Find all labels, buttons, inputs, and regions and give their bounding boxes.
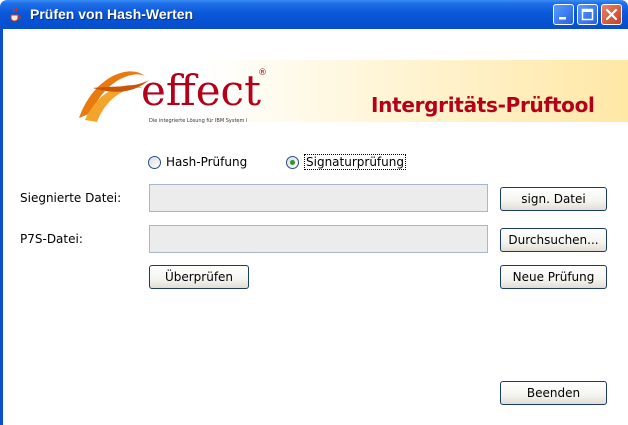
sign-file-button[interactable]: sign. Datei	[500, 187, 607, 211]
radio-hash-check[interactable]: Hash-Prüfung	[148, 153, 247, 171]
maximize-button[interactable]	[577, 4, 598, 25]
minimize-button[interactable]	[553, 4, 574, 25]
verify-button[interactable]: Überprüfen	[149, 265, 249, 289]
header-banner: effect ® Die integrierte Lösung für IBM …	[3, 48, 628, 133]
p7s-file-input[interactable]	[149, 225, 488, 253]
java-cup-icon	[7, 6, 23, 22]
radio-checked-icon	[286, 155, 299, 169]
signed-file-label: Siegnierte Datei:	[20, 191, 122, 205]
main-window: Prüfen von Hash-Werten effect ® Die inte…	[0, 0, 628, 425]
close-button[interactable]	[601, 4, 622, 25]
window-title: Prüfen von Hash-Werten	[30, 6, 194, 22]
radio-signature-check[interactable]: Signaturprüfung	[286, 153, 406, 171]
browse-button[interactable]: Durchsuchen...	[500, 228, 607, 252]
signed-file-input[interactable]	[149, 184, 488, 212]
new-check-button[interactable]: Neue Prüfung	[500, 265, 607, 289]
radio-signature-label: Signaturprüfung	[304, 154, 406, 170]
registered-mark: ®	[258, 68, 267, 78]
radio-hash-label: Hash-Prüfung	[166, 155, 248, 169]
logo-tagline: Die integrierte Lösung für IBM System i	[149, 118, 248, 124]
exit-button[interactable]: Beenden	[500, 381, 607, 405]
p7s-file-label: P7S-Datei:	[20, 232, 83, 246]
app-title: Intergritäts-Prüftool	[371, 93, 595, 117]
effect-logo-text: effect	[141, 66, 261, 115]
radio-unchecked-icon	[148, 155, 161, 169]
title-bar[interactable]: Prüfen von Hash-Werten	[0, 0, 628, 29]
